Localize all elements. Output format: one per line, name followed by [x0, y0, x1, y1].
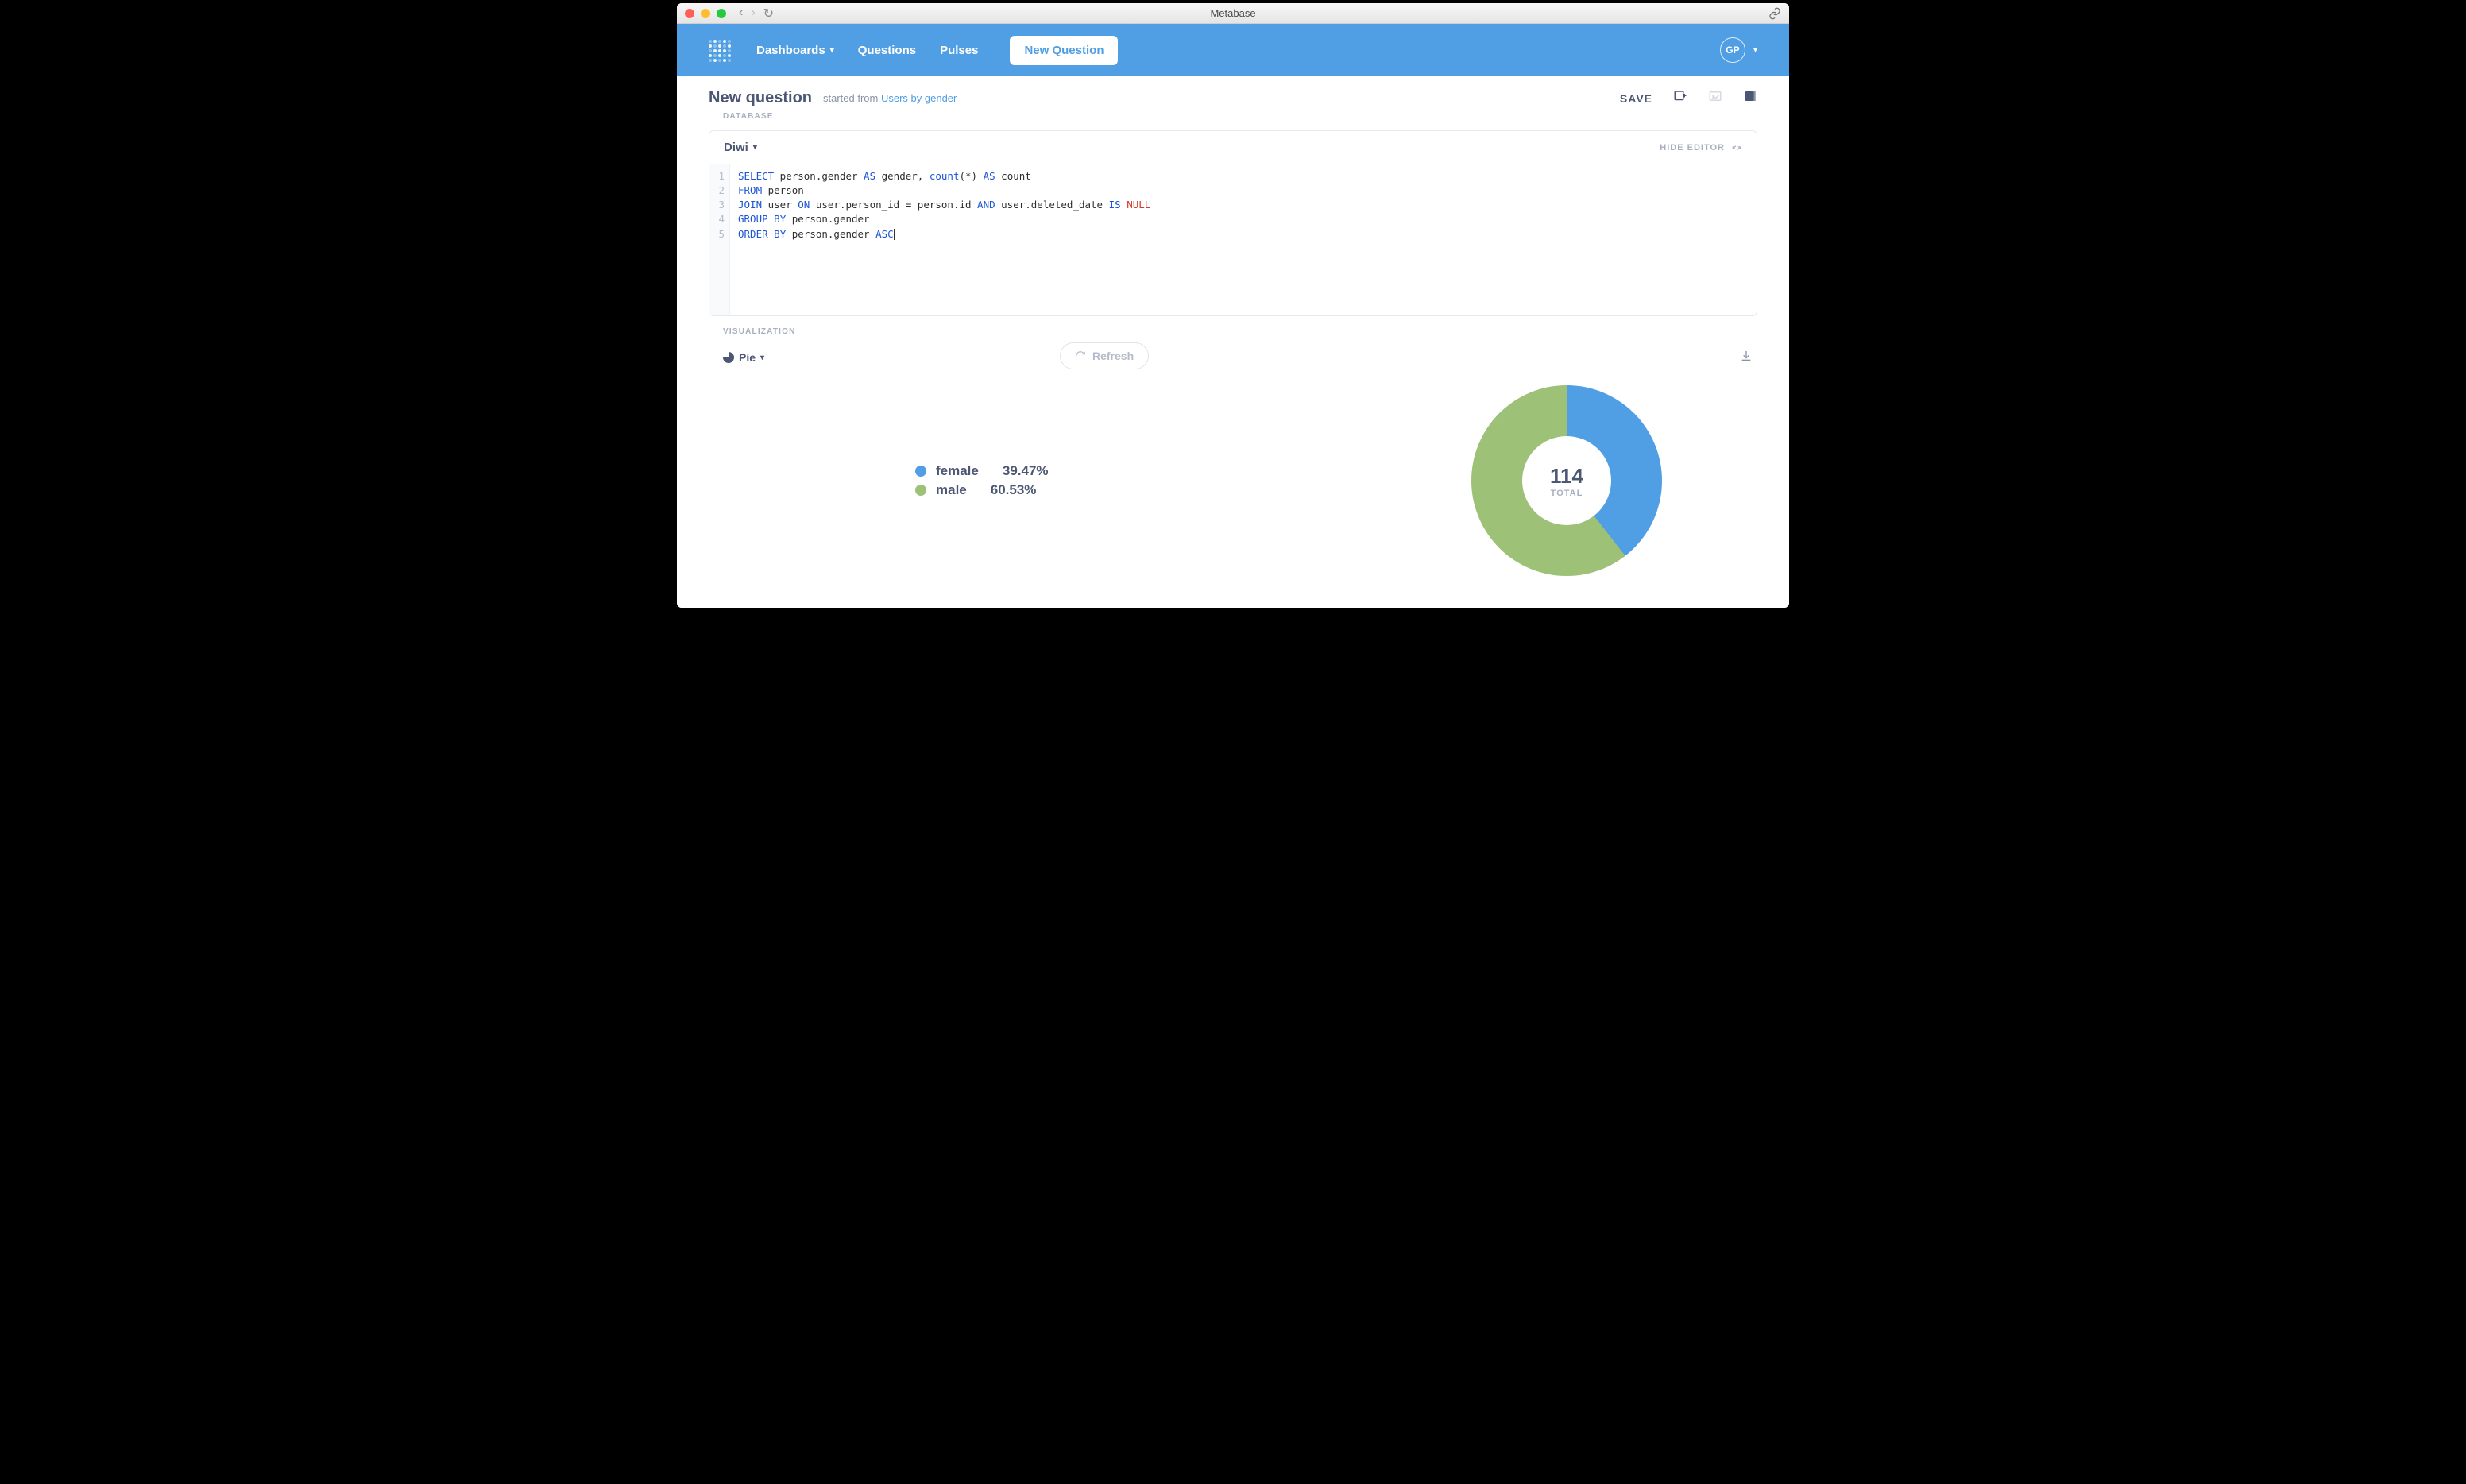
donut-center: 114 TOTAL — [1522, 436, 1611, 525]
legend-swatch — [915, 466, 926, 477]
add-to-dashboard-icon[interactable] — [1673, 89, 1687, 107]
download-button[interactable] — [1740, 350, 1757, 362]
sql-editor[interactable]: 1 2 3 4 5 SELECT person.gender AS gender… — [709, 164, 1757, 315]
move-icon[interactable] — [1708, 89, 1722, 107]
back-button[interactable]: ‹ — [739, 6, 743, 21]
viz-type-selector[interactable]: Pie ▾ — [709, 348, 764, 364]
save-button[interactable]: SAVE — [1620, 92, 1652, 105]
donut-chart[interactable]: 114 TOTAL — [1471, 385, 1662, 576]
browser-nav: ‹ › ↻ — [739, 6, 774, 21]
header-actions: SAVE — [1620, 89, 1757, 107]
line-number: 3 — [709, 198, 725, 212]
os-titlebar: ‹ › ↻ Metabase — [677, 3, 1789, 24]
database-section-label: DATABASE — [709, 112, 1757, 124]
database-name: Diwi — [724, 141, 748, 154]
started-from-prefix: started from — [823, 92, 881, 104]
app-window: ‹ › ↻ Metabase Dashboards ▾ — [677, 3, 1789, 608]
chevron-down-icon[interactable]: ▾ — [1753, 46, 1757, 55]
nav-questions-label: Questions — [858, 44, 916, 57]
line-number: 4 — [709, 212, 725, 226]
chart-legend: female 39.47% male 60.53% — [915, 460, 1049, 501]
legend-item-female[interactable]: female 39.47% — [915, 463, 1049, 479]
topbar-right: GP ▾ — [1720, 37, 1757, 63]
sql-text[interactable]: SELECT person.gender AS gender, count(*)… — [730, 164, 1757, 315]
zoom-window-button[interactable] — [717, 9, 726, 18]
refresh-button[interactable]: Refresh — [1060, 342, 1149, 369]
line-number: 2 — [709, 184, 725, 198]
legend-item-male[interactable]: male 60.53% — [915, 482, 1049, 498]
minimize-window-button[interactable] — [701, 9, 710, 18]
top-nav-bar: Dashboards ▾ Questions Pulses New Questi… — [677, 24, 1789, 76]
page-content: New question started from Users by gende… — [677, 76, 1789, 608]
line-number: 1 — [709, 169, 725, 184]
nav-questions[interactable]: Questions — [858, 44, 916, 57]
reload-button[interactable]: ↻ — [763, 6, 774, 21]
pie-icon — [723, 352, 734, 363]
chevron-down-icon: ▾ — [753, 143, 757, 152]
line-gutter: 1 2 3 4 5 — [709, 164, 730, 315]
legend-swatch — [915, 485, 926, 496]
page-title: New question — [709, 89, 812, 107]
legend-percent: 39.47% — [1003, 463, 1049, 479]
new-question-button[interactable]: New Question — [1010, 36, 1118, 65]
avatar-initials: GP — [1726, 44, 1739, 56]
nav-dashboards[interactable]: Dashboards ▾ — [756, 44, 834, 57]
started-from-link[interactable]: Users by gender — [881, 92, 957, 104]
link-icon[interactable] — [1768, 7, 1781, 20]
nav-dashboards-label: Dashboards — [756, 44, 825, 57]
database-selector-row: Diwi ▾ HIDE EDITOR — [709, 131, 1757, 164]
app-body: Dashboards ▾ Questions Pulses New Questi… — [677, 24, 1789, 608]
legend-label: male — [936, 482, 967, 498]
chevron-down-icon: ▾ — [830, 46, 834, 55]
window-title: Metabase — [677, 7, 1789, 19]
viz-section: VISUALIZATION Pie ▾ Refresh — [709, 327, 1757, 608]
chevron-down-icon: ▾ — [760, 354, 764, 362]
traffic-lights — [685, 9, 726, 18]
hide-editor-label: HIDE EDITOR — [1660, 143, 1725, 153]
viz-type-label: Pie — [739, 351, 756, 364]
user-avatar[interactable]: GP — [1720, 37, 1745, 63]
donut-total-label: TOTAL — [1551, 489, 1583, 498]
started-from: started from Users by gender — [823, 92, 957, 104]
database-selector[interactable]: Diwi ▾ — [724, 141, 757, 154]
close-window-button[interactable] — [685, 9, 694, 18]
history-icon[interactable] — [1743, 89, 1757, 107]
nav-links: Dashboards ▾ Questions Pulses New Questi… — [756, 36, 1118, 65]
collapse-icon — [1731, 142, 1742, 153]
refresh-label: Refresh — [1092, 350, 1134, 362]
refresh-icon — [1075, 350, 1086, 361]
new-question-label: New Question — [1024, 44, 1104, 57]
forward-button[interactable]: › — [751, 6, 755, 21]
line-number: 5 — [709, 227, 725, 242]
chart-area: female 39.47% male 60.53% 114 — [709, 369, 1757, 608]
question-header: New question started from Users by gende… — [709, 89, 1757, 107]
nav-pulses[interactable]: Pulses — [940, 44, 978, 57]
viz-controls-row: Pie ▾ Refresh — [709, 342, 1757, 369]
sql-editor-card: Diwi ▾ HIDE EDITOR 1 2 3 4 5 — [709, 130, 1757, 316]
legend-percent: 60.53% — [991, 482, 1037, 498]
donut-total-value: 114 — [1550, 464, 1583, 489]
legend-label: female — [936, 463, 979, 479]
viz-section-label: VISUALIZATION — [709, 327, 1757, 336]
nav-pulses-label: Pulses — [940, 44, 978, 57]
hide-editor-button[interactable]: HIDE EDITOR — [1660, 142, 1742, 153]
metabase-logo[interactable] — [709, 40, 729, 60]
